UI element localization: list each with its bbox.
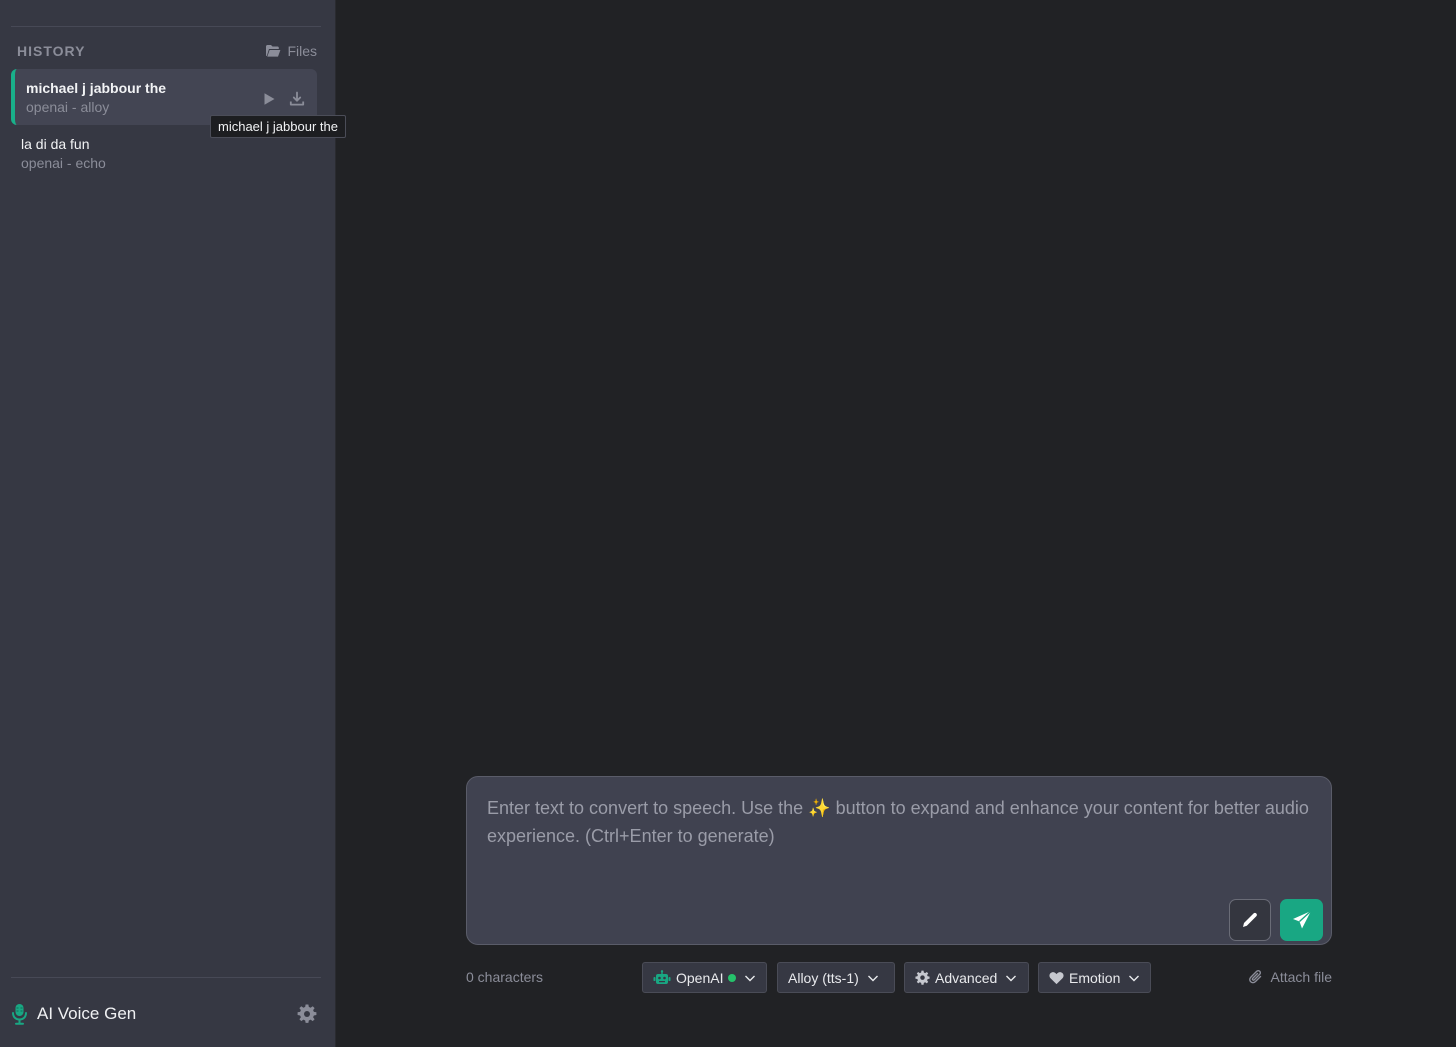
provider-label: OpenAI <box>676 969 724 986</box>
voice-label: Alloy (tts-1) <box>788 969 859 986</box>
sidebar-footer: AI Voice Gen <box>11 1000 317 1028</box>
files-label: Files <box>287 43 317 59</box>
emotion-label: Emotion <box>1069 969 1121 986</box>
advanced-dropdown[interactable]: Advanced <box>904 962 1029 993</box>
history-item-subtitle: openai - echo <box>21 155 106 171</box>
gear-icon <box>297 1004 317 1023</box>
voice-dropdown[interactable]: Alloy (tts-1) <box>777 962 895 993</box>
sidebar-top-divider <box>11 26 321 27</box>
send-icon <box>1292 910 1311 929</box>
sidebar-bottom-divider <box>11 977 321 978</box>
provider-dropdown[interactable]: OpenAI <box>642 962 767 993</box>
pencil-icon <box>1243 912 1257 927</box>
history-item-actions <box>261 91 305 107</box>
microphone-icon <box>12 1004 27 1025</box>
brand-name: AI Voice Gen <box>37 1004 137 1023</box>
heart-icon <box>1049 971 1064 984</box>
chevron-down-icon <box>867 975 878 981</box>
robot-icon <box>653 969 671 984</box>
history-item-tooltip: michael j jabbour the <box>210 115 346 138</box>
advanced-label: Advanced <box>935 969 998 986</box>
play-icon[interactable] <box>261 91 277 107</box>
history-header: HISTORY Files <box>17 42 317 60</box>
text-composer <box>466 776 1332 945</box>
send-button[interactable] <box>1280 899 1323 941</box>
provider-status-dot <box>728 973 737 982</box>
folder-open-icon <box>266 45 281 57</box>
enhance-button[interactable] <box>1229 899 1271 941</box>
character-count: 0 characters <box>466 969 544 985</box>
emotion-dropdown[interactable]: Emotion <box>1038 962 1151 993</box>
chevron-down-icon <box>745 975 756 981</box>
files-button[interactable]: Files <box>265 43 317 59</box>
chevron-down-icon <box>1006 975 1017 981</box>
brand: AI Voice Gen <box>11 1003 136 1025</box>
history-title: HISTORY <box>17 43 86 59</box>
composer-toolbar: 0 characters OpenAI Alloy (tts-1) Advanc… <box>466 962 1332 993</box>
attach-file-label: Attach file <box>1270 969 1332 985</box>
settings-button[interactable] <box>297 1004 317 1024</box>
gear-icon <box>915 970 930 985</box>
attach-file-button[interactable]: Attach file <box>1248 969 1332 985</box>
chevron-down-icon <box>1129 975 1140 981</box>
text-input[interactable] <box>467 777 1331 897</box>
sidebar: HISTORY Files michael j jabbour the open… <box>0 0 336 1047</box>
download-icon[interactable] <box>289 91 305 107</box>
paperclip-icon <box>1248 970 1261 984</box>
